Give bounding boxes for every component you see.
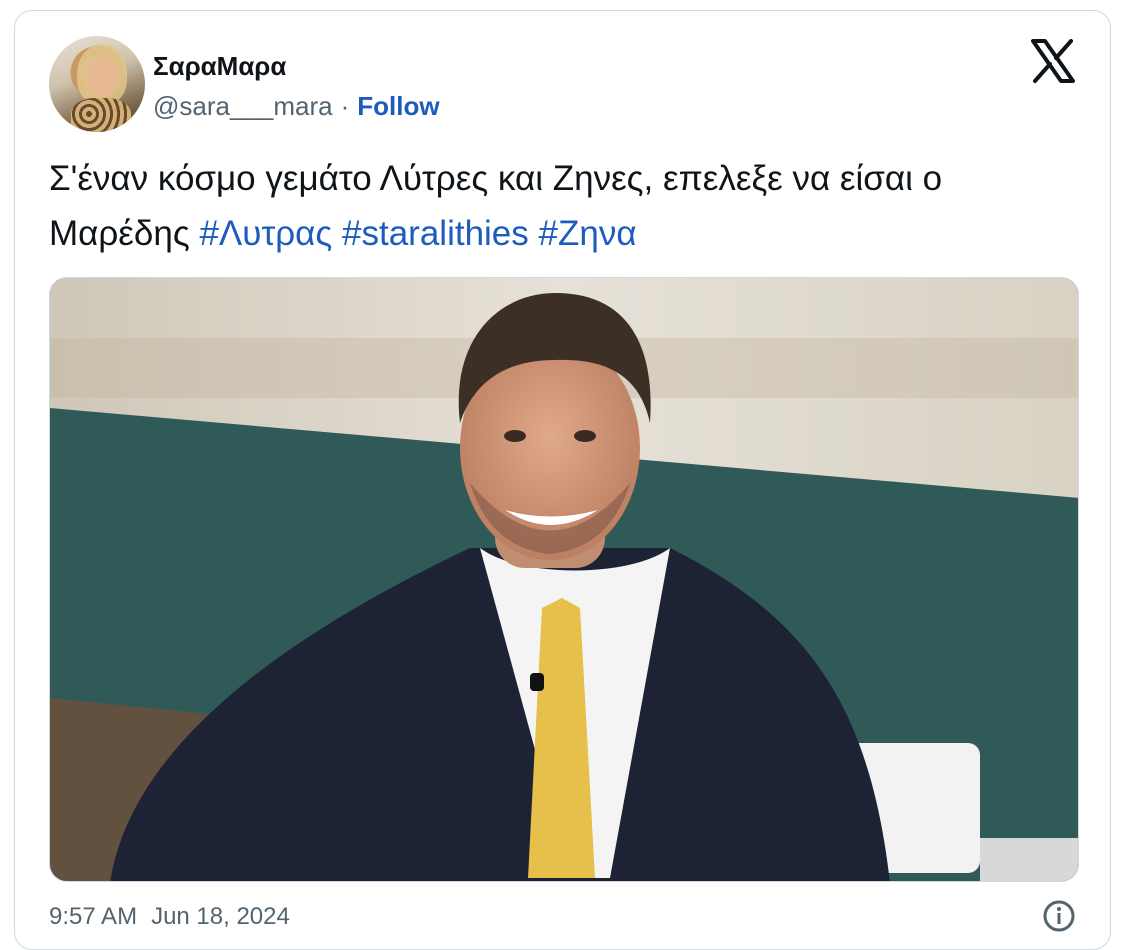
tweet-card[interactable]: ΣαραΜαρα @sara___mara · Follow Σ'έναν κό…: [14, 10, 1111, 950]
follow-button[interactable]: Follow: [357, 91, 439, 122]
user-meta: @sara___mara · Follow: [153, 91, 440, 122]
avatar-clothing: [71, 98, 131, 132]
tweet-date[interactable]: Jun 18, 2024: [151, 903, 290, 931]
tweet-footer: 9:57 AM Jun 18, 2024: [49, 903, 290, 931]
tweet-media[interactable]: [49, 277, 1079, 882]
x-logo-icon[interactable]: [1030, 38, 1076, 84]
display-name[interactable]: ΣαραΜαρα: [153, 51, 286, 82]
tweet-time[interactable]: 9:57 AM: [49, 903, 137, 931]
media-image: [50, 278, 1078, 881]
meta-separator: ·: [340, 91, 350, 121]
tweet-text: Σ'έναν κόσμο γεμάτο Λύτρες και Ζηνες, επ…: [49, 151, 1089, 261]
hashtag-lytras[interactable]: #Λυτρας: [199, 214, 332, 253]
hashtag-zina[interactable]: #Ζηνα: [539, 214, 637, 253]
avatar-face: [87, 58, 117, 96]
avatar[interactable]: [49, 36, 145, 132]
hashtag-staralithies[interactable]: #staralithies: [342, 214, 529, 253]
info-icon[interactable]: [1042, 899, 1076, 933]
user-handle[interactable]: @sara___mara: [153, 91, 333, 122]
